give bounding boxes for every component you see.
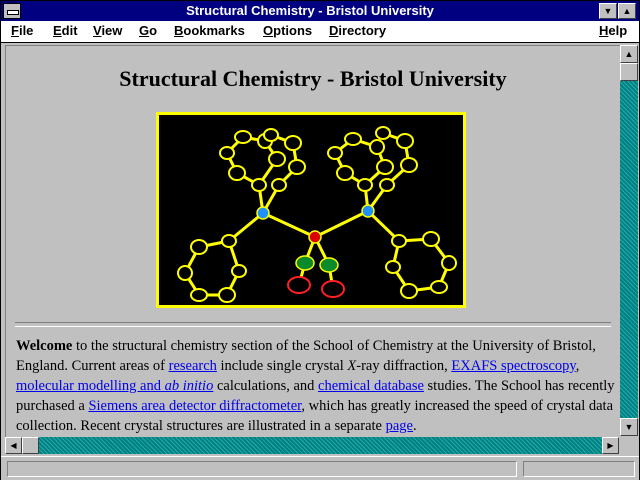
- chemical-database-link[interactable]: chemical database: [318, 378, 424, 394]
- para-text-8: .: [412, 418, 417, 434]
- system-menu-icon[interactable]: [3, 3, 21, 19]
- para-text-2: include single crystal: [216, 358, 348, 374]
- status-text-field: [7, 461, 517, 477]
- molecule-structure-icon: [177, 126, 457, 303]
- window-title: Structural Chemistry - Bristol Universit…: [186, 3, 434, 18]
- exafs-link[interactable]: EXAFS spectroscopy: [451, 358, 575, 374]
- menu-bookmarks[interactable]: Bookmarks: [174, 23, 245, 38]
- mm-link-text: molecular modelling and: [16, 378, 165, 394]
- menu-options[interactable]: Options: [263, 23, 312, 38]
- welcome-paragraph: Welcome to the structural chemistry sect…: [16, 336, 616, 436]
- research-link[interactable]: research: [169, 358, 217, 374]
- para-text-4: ,: [575, 358, 580, 374]
- menu-edit[interactable]: Edit: [53, 23, 78, 38]
- progress-field: [523, 461, 635, 477]
- molecular-modelling-link[interactable]: molecular modelling and ab initio: [16, 378, 213, 394]
- vertical-scrollbar[interactable]: ▲ ▼: [620, 45, 638, 436]
- horizontal-scroll-track[interactable]: [22, 437, 602, 454]
- menu-view[interactable]: View: [93, 23, 122, 38]
- browser-window: Structural Chemistry - Bristol Universit…: [0, 0, 640, 480]
- menu-file[interactable]: File: [11, 23, 33, 38]
- title-bar[interactable]: Structural Chemistry - Bristol Universit…: [1, 1, 639, 21]
- page-heading: Structural Chemistry - Bristol Universit…: [119, 66, 507, 91]
- para-text-5: calculations, and: [213, 378, 319, 394]
- scroll-down-button[interactable]: ▼: [620, 418, 638, 436]
- menu-bar: File Edit View Go Bookmarks Options Dire…: [1, 21, 639, 43]
- page-link[interactable]: page: [386, 418, 413, 434]
- x-italic: X: [347, 358, 357, 374]
- scroll-right-button[interactable]: ▶: [602, 437, 619, 454]
- page-content[interactable]: Structural Chemistry - Bristol Universit…: [5, 45, 620, 437]
- scroll-up-button[interactable]: ▲: [620, 45, 638, 63]
- siemens-link[interactable]: Siemens area detector diffractometer: [88, 398, 301, 414]
- scroll-left-button[interactable]: ◀: [5, 437, 22, 454]
- scrollbar-corner: [620, 437, 638, 454]
- para-text-3: -ray diffraction,: [356, 358, 452, 374]
- horizontal-rule: [15, 322, 611, 327]
- minimize-button[interactable]: ▼: [599, 3, 617, 19]
- menu-help[interactable]: Help: [599, 23, 627, 38]
- ab-initio-text: ab initio: [164, 378, 214, 394]
- horizontal-scrollbar[interactable]: ◀ ▶: [5, 437, 619, 454]
- horizontal-scroll-thumb[interactable]: [22, 437, 39, 454]
- molecule-image: [156, 112, 466, 308]
- menu-directory[interactable]: Directory: [329, 23, 386, 38]
- status-bar: [1, 456, 639, 480]
- maximize-button[interactable]: ▲: [618, 3, 636, 19]
- vertical-scroll-thumb[interactable]: [620, 63, 638, 81]
- welcome-word: Welcome: [16, 338, 73, 354]
- menu-go[interactable]: Go: [139, 23, 157, 38]
- vertical-scroll-track[interactable]: [620, 63, 638, 418]
